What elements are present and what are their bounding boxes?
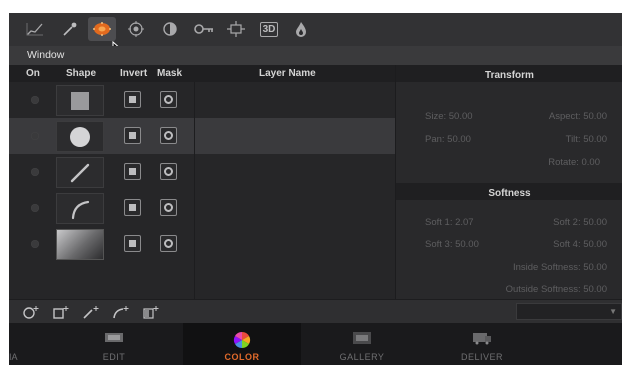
color-wheel-icon (233, 331, 251, 349)
column-layer-name: Layer Name (259, 68, 316, 79)
power-window-icon[interactable] (88, 17, 116, 41)
soft4-param[interactable]: Soft 4: 50.00 (553, 239, 607, 250)
window-parameters-panel: Transform Size: 50.00 Aspect: 50.00 Pan:… (395, 65, 622, 299)
transform-section-header: Transform (396, 65, 622, 82)
window-add-toolbar: ▼ (9, 299, 622, 324)
invert-toggle[interactable] (124, 199, 141, 216)
circle-shape-icon (70, 126, 90, 147)
window-shape-square[interactable] (56, 85, 104, 116)
column-mask: Mask (157, 68, 183, 79)
invert-toggle[interactable] (124, 127, 141, 144)
column-shape: Shape (66, 68, 97, 79)
color-picker-flame-icon[interactable] (287, 17, 315, 41)
window-list (9, 82, 395, 299)
key-icon[interactable] (190, 17, 218, 41)
mask-toggle[interactable] (160, 199, 177, 216)
window-row-curve[interactable] (9, 190, 395, 226)
add-square-window-icon[interactable] (51, 304, 73, 320)
window-shape-curve[interactable] (56, 193, 104, 224)
window-list-header: On Shape Invert Mask Layer Name (9, 65, 395, 82)
add-circle-window-icon[interactable] (21, 304, 43, 320)
chevron-down-icon: ▼ (609, 307, 617, 316)
add-gradient-window-icon[interactable] (141, 304, 163, 320)
soft1-param[interactable]: Soft 1: 2.07 (425, 217, 474, 228)
sizing-icon[interactable] (222, 17, 250, 41)
mask-toggle[interactable] (160, 127, 177, 144)
page-navigation-bar: IA EDIT COLOR GALLERY DELIVER (9, 323, 622, 365)
column-invert: Invert (120, 68, 148, 79)
window-panel-title: Window (27, 49, 65, 61)
soft2-param[interactable]: Soft 2: 50.00 (553, 217, 607, 228)
aspect-param[interactable]: Aspect: 50.00 (549, 111, 607, 122)
window-shape-gradient[interactable] (56, 229, 104, 260)
add-linear-window-icon[interactable] (81, 304, 103, 320)
tilt-param[interactable]: Tilt: 50.00 (566, 134, 607, 145)
window-panel-title-bar: Window (9, 46, 622, 65)
invert-toggle[interactable] (124, 235, 141, 252)
tracker-icon[interactable] (122, 17, 150, 41)
window-on-toggle[interactable] (31, 132, 39, 140)
invert-toggle[interactable] (124, 163, 141, 180)
window-row-circle[interactable] (9, 118, 395, 154)
curve-shape-icon (71, 200, 90, 219)
window-on-toggle[interactable] (31, 240, 39, 248)
gallery-page-tab[interactable]: GALLERY (303, 323, 421, 365)
edit-page-icon (105, 333, 123, 342)
eyedropper-icon[interactable] (56, 17, 84, 41)
color-page-tab[interactable]: COLOR (183, 323, 301, 365)
window-shape-linear[interactable] (56, 157, 104, 188)
color-page-label: COLOR (224, 352, 260, 362)
palette-toolbar: 3D (9, 13, 622, 57)
window-on-toggle[interactable] (31, 204, 39, 212)
window-on-toggle[interactable] (31, 168, 39, 176)
blur-icon[interactable] (156, 17, 184, 41)
edit-page-tab[interactable]: EDIT (55, 323, 173, 365)
softness-section-header: Softness (396, 183, 622, 200)
gallery-page-icon (353, 332, 371, 344)
add-curve-window-icon[interactable] (111, 304, 133, 320)
square-shape-icon (71, 91, 89, 110)
pan-param[interactable]: Pan: 50.00 (425, 134, 471, 145)
mask-toggle[interactable] (160, 91, 177, 108)
gallery-page-label: GALLERY (339, 352, 385, 362)
size-param[interactable]: Size: 50.00 (425, 111, 473, 122)
deliver-page-label: DELIVER (460, 352, 503, 362)
3d-label: 3D (259, 21, 279, 37)
window-options-dropdown[interactable]: ▼ (516, 303, 622, 320)
invert-toggle[interactable] (124, 91, 141, 108)
inside-softness-param[interactable]: Inside Softness: 50.00 (513, 262, 607, 273)
mask-toggle[interactable] (160, 163, 177, 180)
window-shape-circle[interactable] (56, 121, 104, 152)
deliver-page-icon (473, 333, 491, 345)
window-on-toggle[interactable] (31, 96, 39, 104)
window-row-gradient[interactable] (9, 226, 395, 262)
mask-toggle[interactable] (160, 235, 177, 252)
page-partial-label: IA (9, 352, 18, 362)
3d-icon[interactable]: 3D (255, 17, 283, 41)
color-page-window-panel: 3D Window On Shape Invert Mask Layer Nam… (9, 13, 622, 365)
soft3-param[interactable]: Soft 3: 50.00 (425, 239, 479, 250)
column-on: On (26, 68, 40, 79)
curves-icon[interactable] (21, 17, 49, 41)
transform-title: Transform (485, 70, 534, 81)
rotate-param[interactable]: Rotate: 0.00 (548, 157, 600, 168)
window-row-square[interactable] (9, 82, 395, 118)
deliver-page-tab[interactable]: DELIVER (423, 323, 541, 365)
window-row-linear[interactable] (9, 154, 395, 190)
edit-page-label: EDIT (102, 352, 126, 362)
outside-softness-param[interactable]: Outside Softness: 50.00 (506, 284, 607, 295)
linear-shape-icon (70, 163, 90, 182)
softness-title: Softness (488, 188, 531, 199)
screenshot-frame: 3D Window On Shape Invert Mask Layer Nam… (0, 0, 622, 365)
